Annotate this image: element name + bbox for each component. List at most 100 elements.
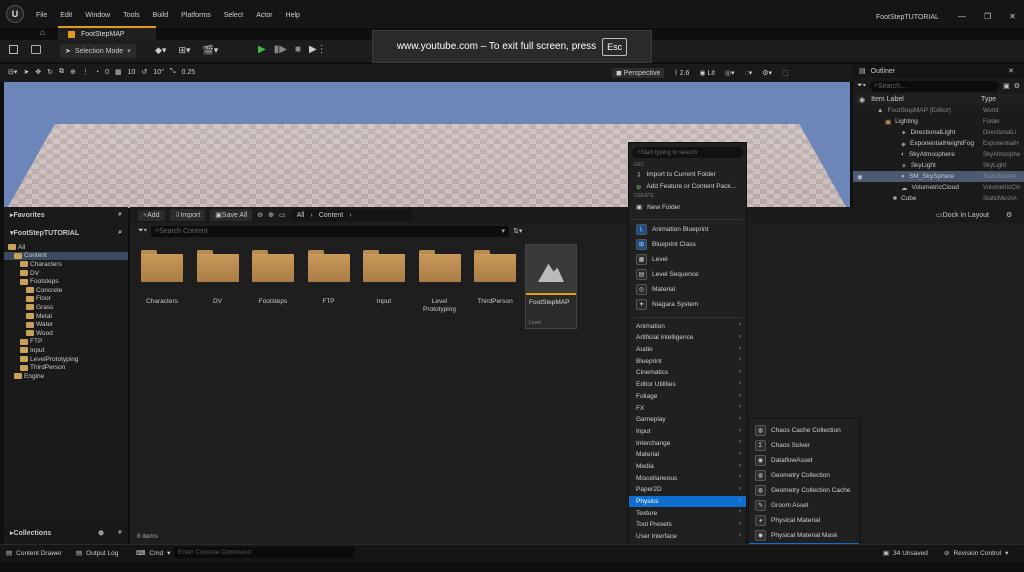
menu-search-input[interactable]: ⌕ Start typing to search (632, 147, 743, 158)
outliner-search-input[interactable]: ⌕ Search... (870, 80, 1000, 92)
cmd-dropdown[interactable]: ⌨ Cmd ▾ (136, 549, 170, 558)
tab-footstepmap[interactable]: FootStepMAP (58, 26, 156, 40)
submenu-item[interactable]: ◉ DataflowAsset (749, 453, 859, 468)
menu-import-current-folder[interactable]: ⇩ Import to Current Folder (629, 169, 746, 181)
menu-create-item[interactable]: ▦ Level (629, 252, 746, 267)
content-search-input[interactable]: ⌕ Search Content ▾ (151, 225, 510, 237)
minimize-icon[interactable]: — (958, 12, 966, 21)
world-icon[interactable]: ⊕ (70, 68, 76, 76)
snap-value-a[interactable]: 0 (105, 69, 109, 76)
breadcrumb-content[interactable]: Content (319, 212, 344, 219)
stop-icon[interactable]: ■ (295, 44, 301, 55)
menu-platforms[interactable]: Platforms (181, 12, 211, 19)
content-drawer-button[interactable]: ▤ Content Drawer (6, 549, 62, 558)
add-collection-icon[interactable]: ⊕ (98, 529, 104, 537)
outliner-settings-icon[interactable]: ⚙ (1014, 82, 1020, 90)
show-flags-icon[interactable]: ◎▾ (725, 69, 735, 77)
menu-category[interactable]: Input › (629, 426, 746, 438)
settings-icon[interactable]: ⚙▾ (762, 69, 772, 77)
project-header[interactable]: ▾ FootStepTUTORIAL ⌕ (4, 225, 128, 241)
menu-category[interactable]: Paper2D › (629, 484, 746, 496)
save-icon[interactable] (9, 45, 18, 54)
favorites-search-icon[interactable]: ⌕ (118, 211, 122, 219)
outliner-row[interactable]: ☁ VolumetricCloud VolumetricClo (853, 182, 1024, 193)
dock-in-layout-button[interactable]: ▭ Dock in Layout (936, 211, 989, 220)
submenu-item[interactable]: ◍ Chaos Cache Collection (749, 423, 859, 438)
menu-category[interactable]: Cinematics › (629, 367, 746, 379)
import-button[interactable]: ⇩ Import (169, 209, 206, 221)
tree-folder[interactable]: Footsteps (4, 277, 128, 286)
asset-folder[interactable]: Footsteps (250, 250, 296, 306)
submenu-item[interactable]: ◕ Physical Material (749, 513, 859, 528)
asset-folder[interactable]: Input (361, 250, 407, 306)
grid-snap-icon[interactable]: ▦ (115, 68, 122, 76)
back-icon[interactable]: ⊖ (257, 211, 263, 219)
menu-add-feature[interactable]: ⊕ Add Feature or Content Pack... (629, 181, 746, 193)
menu-help[interactable]: Help (286, 12, 300, 19)
maximize-icon[interactable]: ❐ (984, 12, 991, 21)
snap-icon[interactable]: ◔ (95, 69, 99, 76)
menu-category[interactable]: Artificial Intelligence › (629, 332, 746, 344)
menu-file[interactable]: File (36, 12, 47, 19)
visibility-eye-icon[interactable]: ◉ (857, 173, 863, 181)
rotate-tool-icon[interactable]: ↻ (47, 68, 53, 76)
menu-category[interactable]: Editor Utilities › (629, 379, 746, 391)
close-icon[interactable]: ✕ (1009, 12, 1016, 21)
outliner-row[interactable]: ▲ FootStepMAP (Editor) World (853, 105, 1024, 116)
tree-folder[interactable]: Content (4, 251, 128, 261)
output-log-button[interactable]: ▤ Output Log (76, 549, 118, 558)
outliner-close-icon[interactable]: ✕ (1008, 67, 1014, 75)
outliner-row[interactable]: ■ Cube StaticMeshA (853, 193, 1024, 204)
menu-create-item[interactable]: ✦ Niagara System (629, 297, 746, 312)
asset-folder[interactable]: ThirdPerson (472, 250, 518, 306)
column-type[interactable]: Type (981, 96, 996, 103)
console-input[interactable]: Enter Console Command (174, 547, 354, 558)
breadcrumb-all[interactable]: All (297, 212, 305, 219)
menu-category[interactable]: Audio › (629, 344, 746, 356)
rotation-snap-icon[interactable]: ↺ (141, 68, 147, 76)
cinematics-icon[interactable]: 🎬▾ (203, 45, 219, 56)
menu-tools[interactable]: Tools (123, 12, 139, 19)
filter-icon[interactable]: ⏷▾ (857, 82, 866, 90)
outliner-row[interactable]: ◐ SkyAtmosphere SkyAtmosphe (853, 149, 1024, 160)
asset-folder[interactable]: DV (195, 250, 241, 306)
tree-folder[interactable]: Water (4, 320, 128, 329)
tree-folder[interactable]: Wood (4, 329, 128, 338)
content-settings-icon[interactable]: ⚙ (1006, 211, 1012, 219)
add-actor-icon[interactable]: ◆▾ (155, 45, 166, 56)
scale-tool-icon[interactable]: ⧉ (59, 68, 64, 76)
forward-icon[interactable]: ⊕ (268, 211, 274, 219)
asset-folder[interactable]: FTP (306, 250, 352, 306)
home-icon[interactable]: ⌂ (40, 28, 45, 37)
collections-header[interactable]: ▸ Collections ⊕ ⌕ (4, 525, 128, 541)
asset-folder[interactable]: Level Prototyping (417, 250, 463, 314)
scale-snap-value[interactable]: 0.25 (182, 69, 196, 76)
save-all-button[interactable]: ▣ Save All (210, 209, 253, 221)
tree-folder[interactable]: Grass (4, 303, 128, 312)
menu-category[interactable]: Media › (629, 461, 746, 473)
add-folder-icon[interactable]: ▣ (1003, 82, 1010, 90)
favorites-header[interactable]: ▸ Favorites ⌕ (4, 207, 128, 223)
viewport-menu-icon[interactable]: ⊟▾ (8, 68, 17, 76)
menu-category[interactable]: Miscellaneous › (629, 472, 746, 484)
lit-dropdown[interactable]: ◉ Lit (699, 69, 714, 77)
blueprint-icon[interactable]: ⊞▾ (178, 45, 190, 56)
outliner-row[interactable]: ▣ Lighting Folder (853, 116, 1024, 127)
step-icon[interactable]: ▮▶ (274, 44, 287, 55)
outliner-row[interactable]: ✦ DirectionalLight DirectionalLi (853, 127, 1024, 138)
unreal-logo-icon[interactable]: U (6, 5, 24, 23)
menu-category[interactable]: User Interface › (629, 531, 746, 543)
tree-folder[interactable]: LevelPrototyping (4, 355, 128, 364)
move-tool-icon[interactable]: ✥ (35, 68, 41, 76)
tree-folder[interactable]: ThirdPerson (4, 363, 128, 372)
scalability-icon[interactable]: ◌▾ (745, 69, 753, 77)
menu-category[interactable]: Material › (629, 449, 746, 461)
tree-folder[interactable]: Characters (4, 260, 128, 269)
column-item-label[interactable]: Item Label (871, 96, 904, 103)
unsaved-button[interactable]: ▣ 34 Unsaved (883, 549, 928, 558)
submenu-item[interactable]: Σ Chaos Solver (749, 438, 859, 453)
content-filter-icon[interactable]: ⏷▾ (138, 227, 147, 235)
collections-search-icon[interactable]: ⌕ (118, 529, 122, 537)
menu-new-folder[interactable]: ▣ New Folder (629, 200, 746, 214)
menu-category[interactable]: Physics › (629, 495, 746, 508)
